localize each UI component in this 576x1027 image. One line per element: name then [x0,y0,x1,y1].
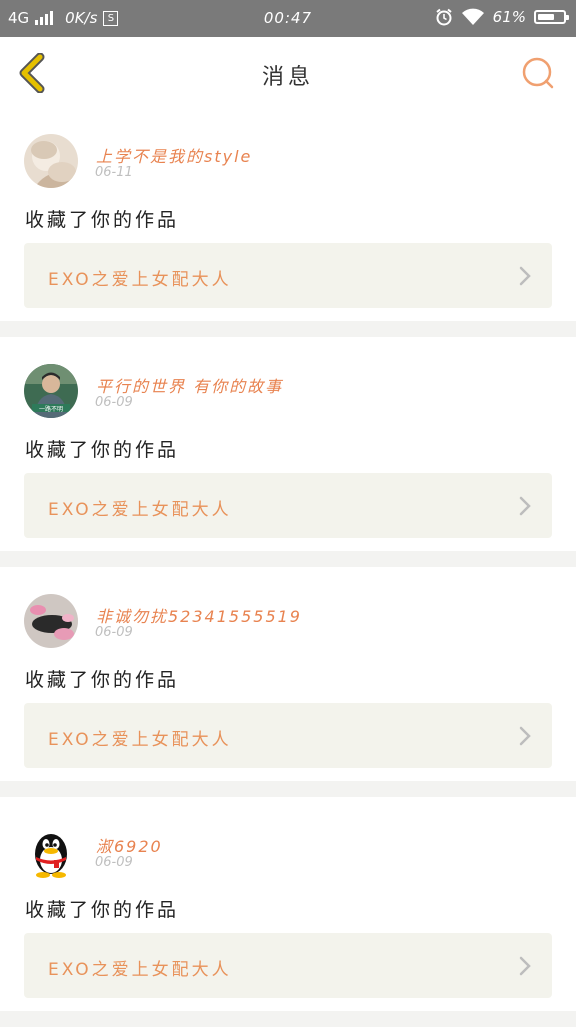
work-title: EXO之爱上女配大人 [48,730,232,750]
notification-list: 上学不是我的style 06-11 收藏了你的作品 EXO之爱上女配大人 一路不… [0,107,576,1027]
notification-date: 06-09 [95,395,133,410]
status-right: 61% [435,8,569,26]
battery-percent: 61% [492,8,526,26]
username[interactable]: 上学不是我的style [96,143,252,167]
work-title: EXO之爱上女配大人 [48,270,232,290]
header: 消息 [0,37,576,108]
work-title: EXO之爱上女配大人 [48,500,232,520]
action-text: 收藏了你的作品 [25,669,180,691]
notification-card: 一路不明 平行的世界 有你的故事 06-09 收藏了你的作品 EXO之爱上女配大… [0,337,576,551]
notification-card: 上学不是我的style 06-11 收藏了你的作品 EXO之爱上女配大人 [0,107,576,321]
action-text: 收藏了你的作品 [25,439,180,461]
work-link[interactable]: EXO之爱上女配大人 [24,473,552,538]
avatar[interactable] [24,134,78,188]
battery-icon [534,10,569,24]
chevron-right-icon [519,266,531,286]
status-bar: 4G 0K/s S 00:47 61% [0,0,576,37]
notification-card: 淑6920 06-09 收藏了你的作品 EXO之爱上女配大人 [0,797,576,1011]
penguin-avatar-icon [35,834,67,878]
username[interactable]: 淑6920 [96,833,163,857]
girl-photo-avatar-icon [24,134,78,188]
username[interactable]: 平行的世界 有你的故事 [96,373,283,397]
action-text: 收藏了你的作品 [25,209,180,231]
work-link[interactable]: EXO之爱上女配大人 [24,243,552,308]
chevron-right-icon [519,496,531,516]
username[interactable]: 非诚勿扰52341555519 [96,603,302,627]
notification-card: 非诚勿扰52341555519 06-09 收藏了你的作品 EXO之爱上女配大人 [0,567,576,781]
avatar[interactable] [24,594,78,648]
work-link[interactable]: EXO之爱上女配大人 [24,703,552,768]
avatar[interactable] [24,824,78,878]
work-title: EXO之爱上女配大人 [48,960,232,980]
search-icon[interactable] [520,55,556,91]
notification-date: 06-09 [95,855,133,870]
action-text: 收藏了你的作品 [25,899,180,921]
chevron-right-icon [519,956,531,976]
notification-date: 06-09 [95,625,133,640]
alarm-icon [436,8,452,26]
wifi-icon [461,8,484,25]
chevron-right-icon [519,726,531,746]
work-link[interactable]: EXO之爱上女配大人 [24,933,552,998]
avatar[interactable]: 一路不明 [24,364,78,418]
svg-text:一路不明: 一路不明 [39,405,63,413]
notification-date: 06-11 [95,165,133,180]
flower-photo-avatar-icon [24,594,78,648]
boy-photo-avatar-icon: 一路不明 [24,364,78,418]
page-title: 消息 [261,65,314,90]
